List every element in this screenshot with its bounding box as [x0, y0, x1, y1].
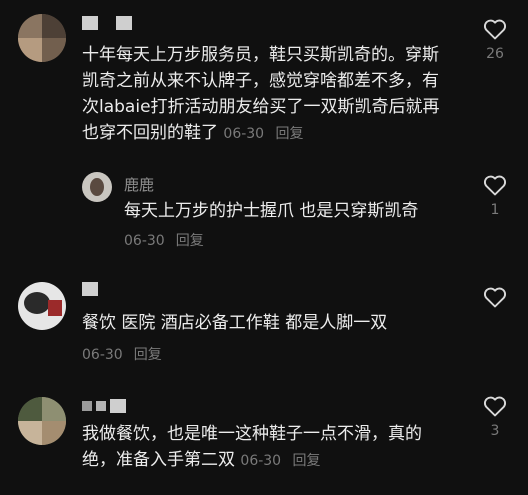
like-count — [477, 314, 513, 330]
heart-outline-icon — [483, 175, 507, 196]
username-redacted — [82, 16, 134, 30]
heart-outline-icon — [483, 19, 507, 40]
comment-date: 06-30 — [240, 453, 282, 469]
comment-text: 十年每天上万步服务员，鞋只买斯凯奇的。穿斯凯奇之前从来不认牌子，感觉穿啥都差不多… — [82, 45, 440, 143]
like-button[interactable] — [477, 286, 513, 330]
username-redacted — [82, 399, 142, 413]
avatar[interactable] — [82, 172, 112, 202]
reply-username[interactable]: 鹿鹿 — [124, 174, 154, 195]
comment-date: 06-30 — [82, 347, 123, 363]
comment-item: 我做餐饮，也是唯一这种鞋子一点不滑，真的绝，准备入手第二双 06-30 回复 3 — [0, 385, 528, 495]
username-redacted — [82, 282, 102, 296]
like-count: 3 — [490, 423, 500, 439]
like-button[interactable]: 1 — [477, 174, 513, 218]
avatar[interactable] — [18, 397, 66, 445]
heart-outline-icon — [483, 287, 507, 308]
reply-text: 每天上万步的护士握爪 也是只穿斯凯奇 — [124, 201, 419, 221]
comment-text: 我做餐饮，也是唯一这种鞋子一点不滑，真的绝，准备入手第二双 06-30 回复 — [82, 424, 422, 470]
reply-date: 06-30 — [124, 233, 165, 249]
avatar[interactable] — [18, 14, 66, 62]
like-count: 26 — [486, 46, 504, 62]
like-count: 1 — [490, 202, 500, 218]
heart-outline-icon — [483, 396, 507, 417]
reply-button[interactable]: 回复 — [276, 126, 304, 142]
reply-button[interactable]: 回复 — [176, 233, 204, 249]
comment-item: 十年每天上万步服务员，鞋只买斯凯奇的。穿斯凯奇之前从来不认牌子，感觉穿啥都差不多… — [0, 0, 528, 160]
reply-item: 鹿鹿 每天上万步的护士握爪 也是只穿斯凯奇 06-30 回复 1 — [0, 160, 528, 260]
reply-button[interactable]: 回复 — [293, 453, 321, 469]
reply-button[interactable]: 回复 — [134, 347, 162, 363]
comment-date: 06-30 — [223, 126, 265, 142]
like-button[interactable]: 3 — [477, 395, 513, 439]
comment-item: 餐饮 医院 酒店必备工作鞋 都是人脚一双 06-30 回复 — [0, 270, 528, 380]
like-button[interactable]: 26 — [477, 18, 513, 62]
comment-text: 餐饮 医院 酒店必备工作鞋 都是人脚一双 — [82, 313, 388, 333]
avatar[interactable] — [18, 282, 66, 330]
